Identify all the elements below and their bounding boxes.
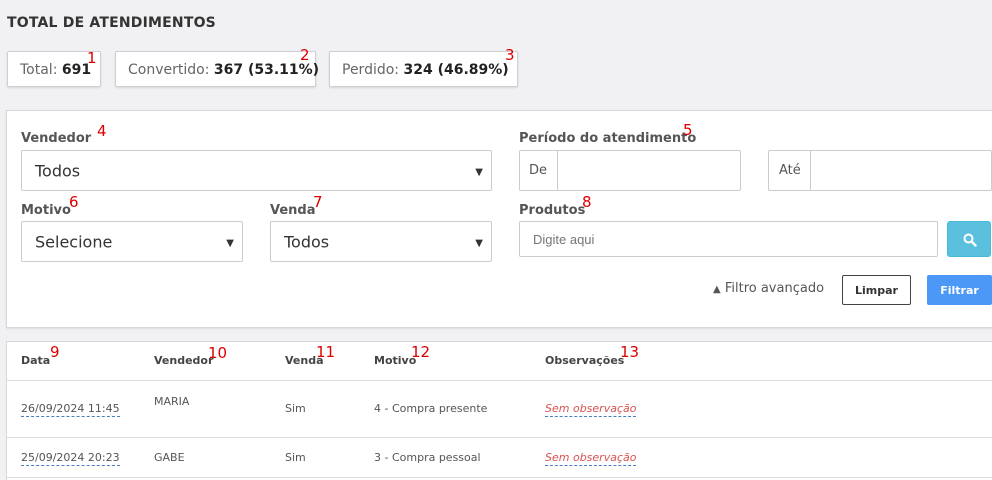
date-from-field[interactable]: De <box>519 150 741 191</box>
annotation-12: 12 <box>411 343 431 361</box>
reason-select-value: Selecione <box>35 232 113 251</box>
row-seller: GABE <box>154 451 185 464</box>
annotation-3: 3 <box>505 46 515 64</box>
stat-lost-label: Perdido: <box>342 62 400 78</box>
filter-button[interactable]: Filtrar <box>927 275 992 305</box>
annotation-8: 8 <box>582 193 592 211</box>
search-icon <box>963 233 977 247</box>
stat-converted-value: 367 (53.11%) <box>213 62 320 78</box>
annotation-6: 6 <box>69 193 79 211</box>
sale-select-value: Todos <box>284 232 330 251</box>
seller-select[interactable]: Todos ▼ <box>21 150 492 191</box>
row-observation[interactable]: Sem observação <box>545 451 637 466</box>
stat-converted-label: Convertido: <box>128 62 210 78</box>
advanced-filter-toggle[interactable]: ▲ Filtro avançado <box>713 281 824 296</box>
row-reason: 4 - Compra presente <box>374 402 488 415</box>
row-sale: Sim <box>285 451 306 464</box>
annotation-7: 7 <box>313 193 323 211</box>
row-seller: MARIA <box>154 395 190 408</box>
date-to-field[interactable]: Até <box>768 150 992 191</box>
sale-filter-label: Venda <box>270 203 316 218</box>
annotation-10: 10 <box>208 344 228 362</box>
date-to-addon: Até <box>769 151 811 190</box>
chevron-down-icon: ▼ <box>226 237 234 249</box>
products-input[interactable] <box>519 221 938 257</box>
annotation-13: 13 <box>620 343 640 361</box>
annotation-1: 1 <box>87 49 97 67</box>
column-header-reason[interactable]: Motivo <box>374 354 416 367</box>
chevron-up-icon: ▲ <box>713 284 721 295</box>
annotation-5: 5 <box>683 121 693 139</box>
stat-total-label: Total: <box>20 62 58 78</box>
row-date[interactable]: 26/09/2024 11:45 <box>21 402 120 417</box>
row-date[interactable]: 25/09/2024 20:23 <box>21 451 120 466</box>
products-filter-label: Produtos <box>519 203 586 218</box>
stat-lost-value: 324 (46.89%) <box>403 62 509 78</box>
reason-filter-label: Motivo <box>21 203 71 218</box>
stat-converted: Convertido: 367 (53.11%) <box>115 51 320 87</box>
advanced-filter-label: Filtro avançado <box>724 281 825 296</box>
column-header-date[interactable]: Data <box>21 354 50 367</box>
seller-filter-label: Vendedor <box>21 131 92 146</box>
period-filter-label: Período do atendimento <box>519 131 697 146</box>
annotation-9: 9 <box>50 343 60 361</box>
header-divider <box>7 380 992 381</box>
chevron-down-icon: ▼ <box>475 237 483 249</box>
page-title: TOTAL DE ATENDIMENTOS <box>7 15 216 31</box>
column-header-observations[interactable]: Observações <box>545 354 624 367</box>
annotation-11: 11 <box>316 343 336 361</box>
reason-select[interactable]: Selecione ▼ <box>21 221 243 262</box>
column-header-seller[interactable]: Vendedor <box>154 354 213 367</box>
sale-select[interactable]: Todos ▼ <box>270 221 492 262</box>
row-observation[interactable]: Sem observação <box>545 402 637 417</box>
annotation-4: 4 <box>97 122 107 140</box>
date-from-addon: De <box>520 151 558 190</box>
seller-select-value: Todos <box>35 161 81 180</box>
row-sale: Sim <box>285 402 306 415</box>
row-divider <box>7 437 992 438</box>
annotation-2: 2 <box>300 46 310 64</box>
row-divider <box>7 477 992 478</box>
stat-lost: Perdido: 324 (46.89%) <box>329 51 518 87</box>
row-reason: 3 - Compra pessoal <box>374 451 481 464</box>
clear-button[interactable]: Limpar <box>842 275 911 305</box>
search-button[interactable] <box>947 221 991 257</box>
chevron-down-icon: ▼ <box>475 166 483 178</box>
